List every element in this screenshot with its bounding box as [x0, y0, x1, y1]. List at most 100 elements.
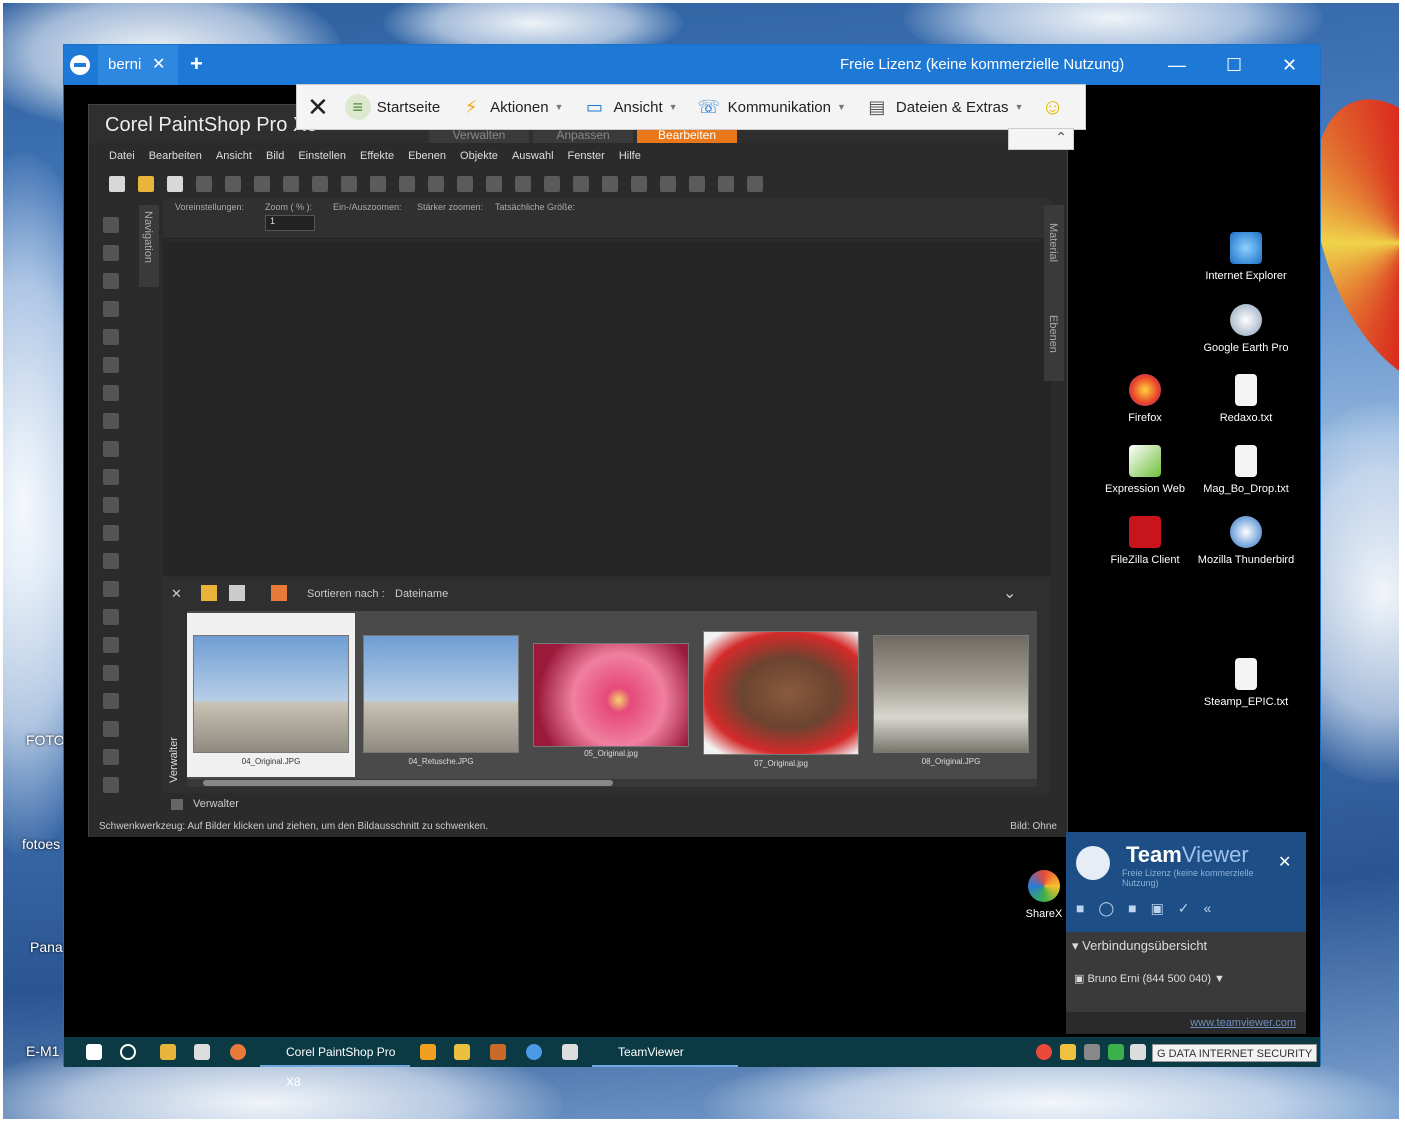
canvas-workspace[interactable] — [163, 241, 1051, 576]
sort-dropdown[interactable]: Dateiname — [395, 588, 448, 600]
warp-tool-icon[interactable] — [103, 749, 119, 765]
red-eye-tool-icon[interactable] — [103, 441, 119, 457]
cut-icon[interactable] — [254, 176, 270, 192]
fill-tool-icon[interactable] — [103, 609, 119, 625]
scan-icon[interactable] — [167, 176, 183, 192]
menu-objekte[interactable]: Objekte — [460, 150, 498, 162]
desktop-icon-filezilla[interactable]: FileZilla Client — [1095, 516, 1195, 566]
thumbnail-view-icon[interactable] — [201, 585, 217, 601]
makeover-tool-icon[interactable] — [103, 469, 119, 485]
menu-fenster[interactable]: Fenster — [568, 150, 605, 162]
open-folder-icon[interactable] — [138, 176, 154, 192]
menu-ansicht[interactable]: Ansicht — [216, 150, 252, 162]
desktop-icon-sharex[interactable]: ShareX — [1014, 870, 1074, 920]
toolbar-dateien[interactable]: ▤ Dateien & Extras ▼ — [864, 94, 1023, 120]
color-icon[interactable] — [631, 176, 647, 192]
toolbar-startseite[interactable]: ≡ Startseite — [344, 94, 440, 120]
crop-tool-icon[interactable] — [103, 357, 119, 373]
perspective-tool-icon[interactable] — [103, 413, 119, 429]
app-icon[interactable] — [420, 1044, 436, 1060]
menu-bild[interactable]: Bild — [266, 150, 284, 162]
thumbnail-item[interactable]: 08_Original.JPG — [867, 613, 1035, 777]
desktop-icon-expression-web[interactable]: Expression Web — [1095, 445, 1195, 495]
pan-tool-icon[interactable] — [103, 777, 119, 793]
tray-icon[interactable] — [1084, 1044, 1100, 1060]
redo-icon[interactable] — [370, 176, 386, 192]
desktop-icon-mag-bo-drop[interactable]: Mag_Bo_Drop.txt — [1196, 445, 1296, 495]
layers-icon[interactable] — [602, 176, 618, 192]
file-explorer-icon[interactable] — [160, 1044, 176, 1060]
save-icon[interactable] — [196, 176, 212, 192]
details-view-icon[interactable] — [229, 585, 245, 601]
organizer-close-icon[interactable]: ✕ — [171, 586, 182, 602]
tv-panel-action-icons[interactable]: ■◯■▣✓« — [1076, 900, 1225, 917]
pick-tool-icon[interactable] — [103, 245, 119, 261]
menu-bearbeiten[interactable]: Bearbeiten — [149, 150, 202, 162]
eraser-tool-icon[interactable] — [103, 637, 119, 653]
toolbar-close-button[interactable]: ✕ — [307, 92, 329, 123]
tray-icon[interactable] — [1108, 1044, 1124, 1060]
maximize-button[interactable]: ☐ — [1226, 45, 1242, 85]
desktop-label[interactable]: FOTO — [26, 732, 65, 748]
copy-icon[interactable] — [283, 176, 299, 192]
desktop-label[interactable]: Pana — [30, 939, 63, 955]
teamviewer-link[interactable]: www.teamviewer.com — [1066, 1012, 1306, 1034]
menu-datei[interactable]: Datei — [109, 150, 135, 162]
thumbnail-item[interactable]: 05_Original.jpg — [527, 613, 695, 777]
clone-tool-icon[interactable] — [103, 497, 119, 513]
grid-icon[interactable] — [660, 176, 676, 192]
collapse-chevron-icon[interactable]: ⌄ — [1003, 583, 1016, 603]
thumbnail-item[interactable]: 07_Original.jpg — [697, 613, 865, 777]
thumbnail-scrollbar[interactable] — [187, 779, 1037, 787]
minimize-button[interactable]: — — [1168, 45, 1186, 85]
desktop-icon-redaxo[interactable]: Redaxo.txt — [1196, 374, 1296, 424]
zoom-input[interactable]: 1 — [265, 215, 315, 231]
toolbar-aktionen[interactable]: ⚡ Aktionen ▼ — [458, 94, 564, 120]
materials-panel-tab[interactable]: Material — [1047, 223, 1059, 262]
desktop-icon-google-earth[interactable]: Google Earth Pro — [1196, 304, 1296, 354]
thumbnail-item[interactable]: 04_Original.JPG — [187, 613, 355, 777]
connection-entry[interactable]: ▣ Bruno Erni (844 500 040) ▼ — [1074, 972, 1225, 985]
store-icon[interactable] — [194, 1044, 210, 1060]
adjust-icon[interactable] — [573, 176, 589, 192]
camera-icon[interactable] — [718, 176, 734, 192]
new-file-icon[interactable] — [109, 176, 125, 192]
shape-tool-icon[interactable] — [103, 693, 119, 709]
view-icon[interactable] — [689, 176, 705, 192]
smudge-tool-icon[interactable] — [103, 665, 119, 681]
menu-hilfe[interactable]: Hilfe — [619, 150, 641, 162]
app-icon[interactable] — [562, 1044, 578, 1060]
menu-einstellen[interactable]: Einstellen — [298, 150, 346, 162]
brightness-icon[interactable] — [544, 176, 560, 192]
desktop-label[interactable]: fotoes — [22, 836, 60, 852]
pen-tool-icon[interactable] — [103, 721, 119, 737]
rotate-right-icon[interactable] — [457, 176, 473, 192]
menu-ebenen[interactable]: Ebenen — [408, 150, 446, 162]
tray-icon[interactable] — [1036, 1044, 1052, 1060]
session-tab[interactable]: berni — [98, 45, 178, 85]
save-as-icon[interactable] — [225, 176, 241, 192]
organizer-footer-tab[interactable]: Verwalter — [193, 798, 239, 810]
desktop-icon-internet-explorer[interactable]: Internet Explorer — [1196, 232, 1296, 282]
zoom-tool-icon[interactable] — [103, 217, 119, 233]
search-icon[interactable] — [120, 1044, 136, 1060]
thumbnail-item[interactable]: 04_Retusche.JPG — [357, 613, 525, 777]
frame-icon[interactable] — [747, 176, 763, 192]
taskbar-app-paintshop[interactable]: Corel PaintShop Pro X8 — [260, 1037, 410, 1089]
selection-tool-icon[interactable] — [103, 329, 119, 345]
desktop-icon-thunderbird[interactable]: Mozilla Thunderbird — [1196, 516, 1296, 566]
desktop-label[interactable]: E-M1 — [26, 1043, 59, 1059]
app-icon[interactable] — [454, 1044, 470, 1060]
organizer-side-tab[interactable]: Verwalter — [167, 611, 185, 789]
text-tool-icon[interactable] — [103, 273, 119, 289]
move-tool-icon[interactable] — [103, 301, 119, 317]
crop-icon[interactable] — [399, 176, 415, 192]
rotate-left-icon[interactable] — [428, 176, 444, 192]
undo-icon[interactable] — [341, 176, 357, 192]
desktop-icon-steamp-epic[interactable]: Steamp_EPIC.txt — [1196, 658, 1296, 708]
tv-panel-close-button[interactable]: ✕ — [1278, 852, 1291, 872]
new-tab-button[interactable]: + — [190, 45, 203, 83]
paste-icon[interactable] — [312, 176, 328, 192]
menu-effekte[interactable]: Effekte — [360, 150, 394, 162]
close-window-button[interactable]: ✕ — [1282, 45, 1297, 85]
